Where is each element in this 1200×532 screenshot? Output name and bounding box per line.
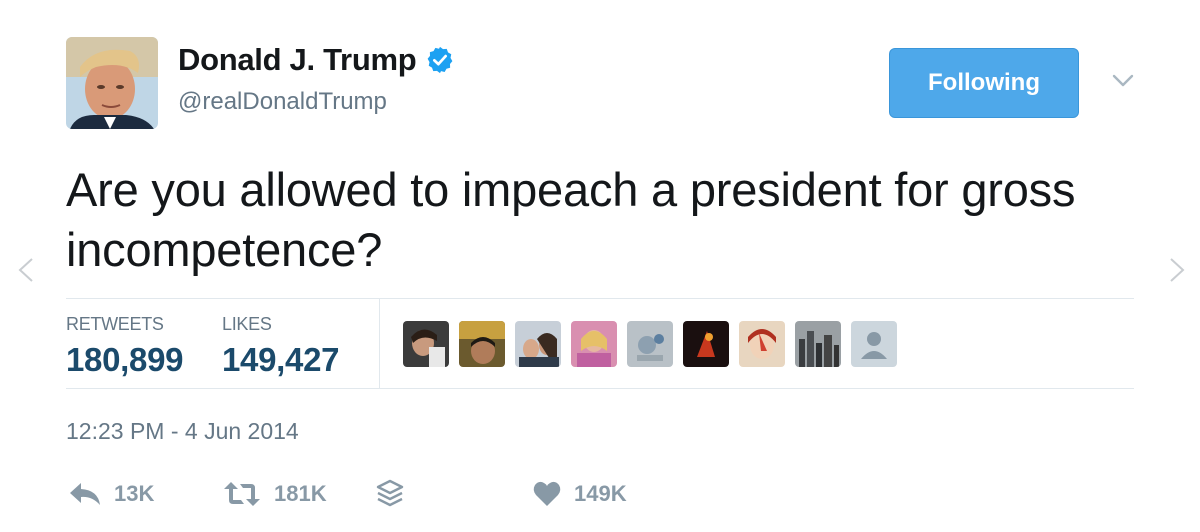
retweet-icon xyxy=(224,482,260,506)
liker-avatar[interactable] xyxy=(795,321,841,367)
tweet-text: Are you allowed to impeach a president f… xyxy=(66,163,1076,276)
reply-button[interactable]: 13K xyxy=(68,480,154,508)
retweets-stat[interactable]: RETWEETS 180,899 xyxy=(66,314,183,379)
liker-avatar[interactable] xyxy=(571,321,617,367)
like-count: 149K xyxy=(574,481,627,506)
buffer-stack-icon xyxy=(376,479,404,507)
liker-avatar[interactable] xyxy=(403,321,449,367)
likes-stat[interactable]: LIKES 149,427 xyxy=(222,314,339,379)
retweet-count: 181K xyxy=(274,481,327,506)
avatar[interactable] xyxy=(66,37,158,129)
liker-avatar[interactable] xyxy=(515,321,561,367)
liker-avatar[interactable] xyxy=(851,321,897,367)
divider xyxy=(379,298,380,388)
like-button[interactable]: 149K xyxy=(532,480,627,508)
reply-count: 13K xyxy=(114,481,155,506)
likes-label: LIKES xyxy=(222,314,272,334)
author-handle[interactable]: @realDonaldTrump xyxy=(178,88,387,116)
buffer-button[interactable] xyxy=(376,478,404,510)
tweet-actions: 13K 181K 149K xyxy=(0,476,1200,516)
divider xyxy=(66,298,1134,299)
divider xyxy=(66,388,1134,389)
tweet-timestamp[interactable]: 12:23 PM - 4 Jun 2014 xyxy=(66,418,299,445)
retweets-count: 180,899 xyxy=(66,341,184,378)
liker-avatar[interactable] xyxy=(627,321,673,367)
heart-icon xyxy=(533,481,561,506)
chevron-down-icon[interactable] xyxy=(1110,70,1136,90)
retweets-label: RETWEETS xyxy=(66,314,164,334)
liker-avatar[interactable] xyxy=(739,321,785,367)
author-name-row[interactable]: Donald J. Trump xyxy=(178,42,455,78)
retweet-button[interactable]: 181K xyxy=(222,480,327,508)
following-button[interactable]: Following xyxy=(889,48,1079,118)
liker-avatars xyxy=(403,321,907,367)
reply-icon xyxy=(70,483,100,505)
chevron-right-icon[interactable] xyxy=(1163,255,1193,285)
chevron-left-icon[interactable] xyxy=(10,255,40,285)
liker-avatar[interactable] xyxy=(683,321,729,367)
liker-avatar[interactable] xyxy=(459,321,505,367)
likes-count: 149,427 xyxy=(222,341,340,378)
author-display-name[interactable]: Donald J. Trump xyxy=(178,42,417,78)
verified-badge-icon xyxy=(427,46,453,74)
